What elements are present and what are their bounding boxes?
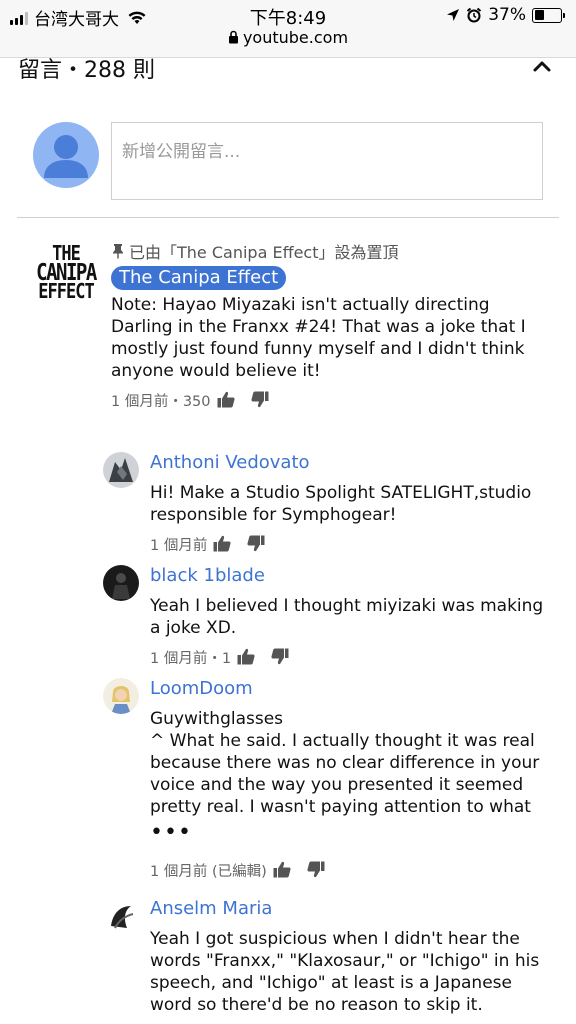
reply-text-line: Guywithglasses <box>150 709 284 729</box>
logo-line: EFFECT <box>38 279 94 304</box>
reply-text: ^ What he said. I actually thought it wa… <box>150 731 540 817</box>
reply-avatar[interactable] <box>103 565 139 601</box>
reply-meta: 1 個月前 <box>150 534 556 554</box>
reply-item: black 1blade Yeah I believed I thought m… <box>103 565 556 670</box>
dislike-button[interactable] <box>247 535 267 553</box>
reply-avatar[interactable] <box>103 678 139 714</box>
reply-author[interactable]: Anthoni Vedovato <box>150 452 556 476</box>
reply-text: Hi! Make a Studio Spolight SATELIGHT,stu… <box>150 483 532 525</box>
reply-avatar[interactable] <box>103 898 139 934</box>
reply-author[interactable]: LoomDoom <box>150 678 556 702</box>
thumbs-down-icon <box>307 861 325 878</box>
reply-text: Yeah I got suspicious when I didn't hear… <box>150 929 540 1015</box>
reply-meta: 1 個月前 (已編輯) <box>150 860 556 880</box>
comment-meta: 1 個月前・350 <box>111 390 556 410</box>
reply-item: Anthoni Vedovato Hi! Make a Studio Spoli… <box>103 452 556 557</box>
location-arrow-icon <box>446 8 460 22</box>
reply-text: Yeah I believed I thought miyizaki was m… <box>150 596 544 638</box>
chevron-up-icon <box>533 61 551 72</box>
reply-meta-text: 1 個月前・1 <box>150 650 232 667</box>
dislike-button[interactable] <box>250 391 271 409</box>
lock-icon <box>228 30 239 44</box>
thumbs-up-icon <box>237 648 255 665</box>
pinned-text: 已由「The Canipa Effect」設為置頂 <box>129 243 399 262</box>
reply-item: LoomDoom Guywithglasses ^ What he said. … <box>103 678 556 890</box>
author-badge[interactable]: The Canipa Effect <box>111 266 287 290</box>
thumbs-up-icon <box>273 861 291 878</box>
reply-body: Anthoni Vedovato Hi! Make a Studio Spoli… <box>150 452 556 554</box>
thumbs-up-icon <box>213 535 231 552</box>
like-button[interactable] <box>213 535 233 553</box>
comment-text: Note: Hayao Miyazaki isn't actually dire… <box>111 295 526 381</box>
battery-percent: 37% <box>488 5 526 25</box>
comment-meta-text: 1 個月前・350 <box>111 393 211 410</box>
thumbs-down-icon <box>247 535 265 552</box>
comment-body: 已由「The Canipa Effect」設為置頂 The Canipa Eff… <box>111 240 556 410</box>
status-right: 37% <box>446 5 565 25</box>
dislike-button[interactable] <box>271 648 291 666</box>
like-button[interactable] <box>237 648 257 666</box>
reply-body: Anselm Maria Yeah I got suspicious when … <box>150 898 556 1016</box>
collapse-comments-button[interactable] <box>530 54 554 78</box>
comments-header: 留言・288 則 <box>18 48 558 84</box>
reply-body: black 1blade Yeah I believed I thought m… <box>150 565 556 667</box>
add-comment-row: 新增公開留言... <box>33 122 543 202</box>
avatar-image <box>103 565 139 601</box>
user-avatar[interactable] <box>33 122 99 188</box>
thumbs-down-icon <box>271 648 289 665</box>
thumbs-up-icon <box>217 391 235 408</box>
reply-meta-text: 1 個月前 (已編輯) <box>150 863 267 880</box>
pinned-comment: THE CANIPA EFFECT 已由「The Canipa Effect」設… <box>33 240 556 430</box>
url-bar[interactable]: youtube.com <box>0 28 576 47</box>
reply-author[interactable]: black 1blade <box>150 565 556 589</box>
reply-body: LoomDoom Guywithglasses ^ What he said. … <box>150 678 556 880</box>
thumbs-down-icon <box>250 391 269 408</box>
default-user-icon <box>44 135 88 178</box>
avatar-image <box>103 898 139 934</box>
reply-meta-text: 1 個月前 <box>150 537 208 554</box>
reply-meta: 1 個月前・1 <box>150 647 556 667</box>
avatar-image <box>103 678 139 714</box>
like-button[interactable] <box>217 391 237 409</box>
comment-input-placeholder: 新增公開留言... <box>122 142 241 162</box>
pin-icon <box>113 244 123 259</box>
reply-item: Anselm Maria Yeah I got suspicious when … <box>103 898 556 1024</box>
reply-author[interactable]: Anselm Maria <box>150 898 556 922</box>
dislike-button[interactable] <box>307 861 327 879</box>
divider <box>17 217 559 218</box>
url-text: youtube.com <box>242 28 349 47</box>
pinned-label: 已由「The Canipa Effect」設為置頂 <box>111 240 556 262</box>
like-button[interactable] <box>273 861 293 879</box>
avatar-image <box>103 452 139 488</box>
channel-avatar[interactable]: THE CANIPA EFFECT <box>33 240 99 306</box>
comments-title: 留言・288 則 <box>18 58 155 83</box>
battery-icon <box>532 7 565 23</box>
alarm-icon <box>466 7 482 23</box>
read-more-button[interactable]: ••• <box>150 822 556 848</box>
reply-avatar[interactable] <box>103 452 139 488</box>
comment-input[interactable]: 新增公開留言... <box>111 122 543 200</box>
